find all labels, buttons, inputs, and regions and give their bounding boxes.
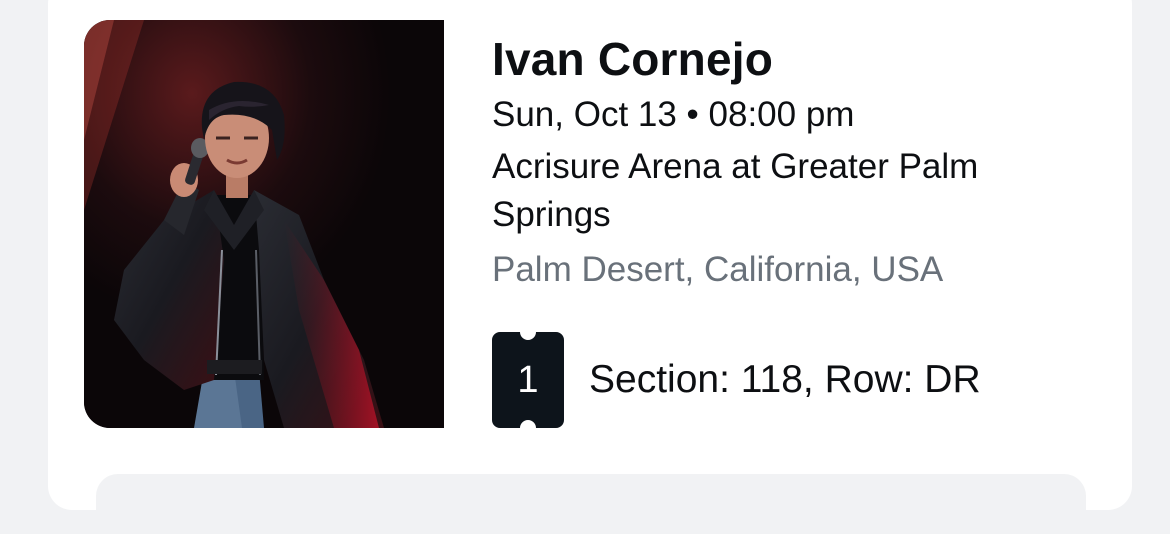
ticket-count: 1 — [517, 359, 539, 401]
event-venue: Acrisure Arena at Greater Palm Springs — [492, 147, 979, 234]
next-ticket-card[interactable] — [96, 474, 1086, 534]
seat-info: Section: 118, Row: DR — [589, 358, 981, 401]
event-location: Palm Desert, California, USA — [492, 250, 944, 289]
ticket-icon: 1 — [492, 332, 564, 428]
event-photo — [84, 20, 444, 428]
event-title: Ivan Cornejo — [492, 33, 774, 85]
event-datetime: Sun, Oct 13 • 08:00 pm — [492, 95, 855, 134]
